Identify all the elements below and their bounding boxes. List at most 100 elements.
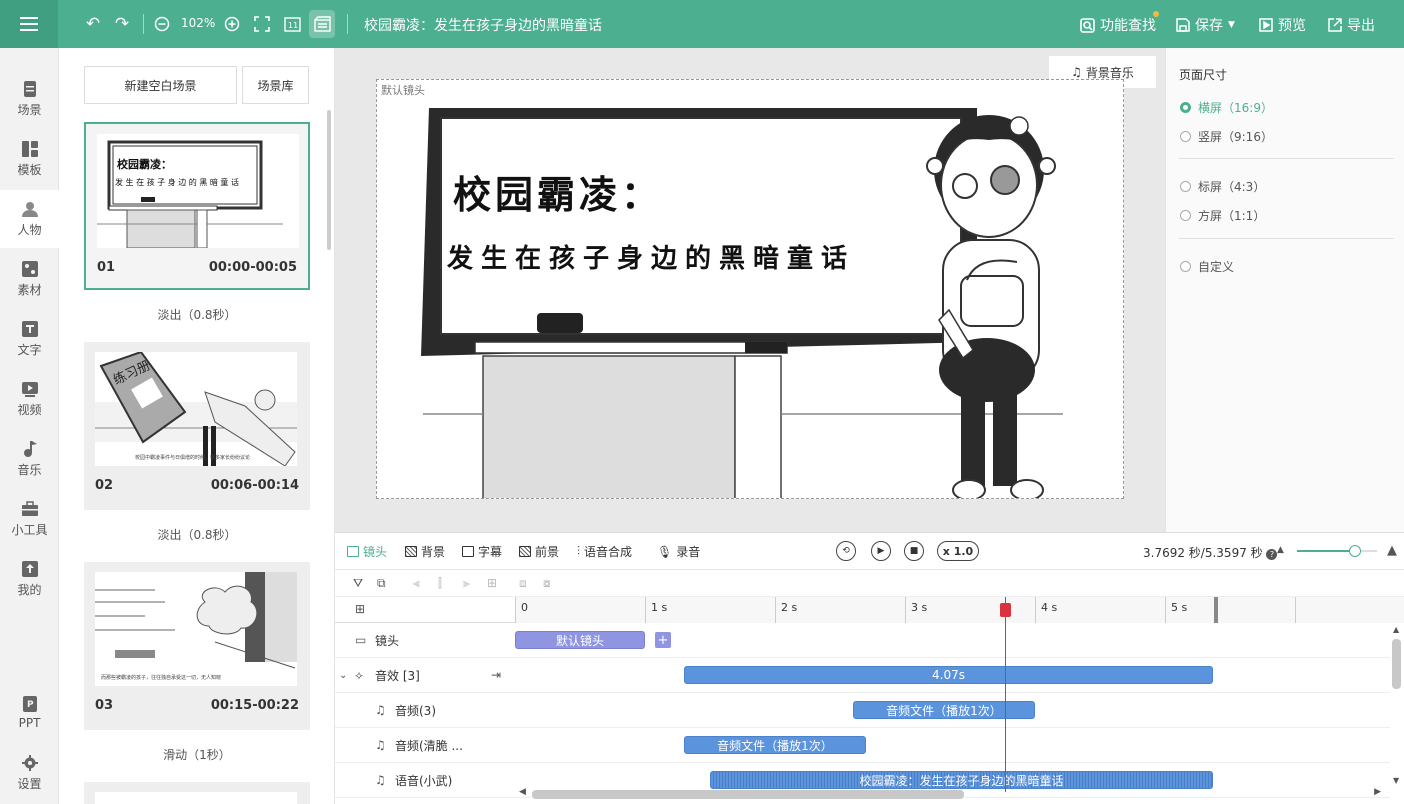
ruler-tick	[775, 597, 776, 623]
tab-foreground[interactable]: 前景	[519, 543, 559, 560]
svg-text:11: 11	[288, 21, 298, 30]
music-note-icon	[23, 440, 37, 457]
layout-icon[interactable]: ⊞	[355, 602, 365, 616]
undo-icon[interactable]: ↶	[82, 12, 104, 36]
nav-materials[interactable]: 素材	[0, 250, 59, 308]
timeline-horizontal-scrollbar[interactable]: ◀ ▶	[515, 787, 1385, 801]
play-button[interactable]: ▶	[871, 541, 891, 561]
nav-text[interactable]: 文字	[0, 310, 59, 368]
scene-card-02[interactable]: 练习册 校园中霸凌事件与日俱增的时候，很多家长纷纷议论 02 00:06-00:…	[84, 342, 310, 510]
actual-size-icon[interactable]: 11	[281, 12, 303, 36]
timeline-vertical-scrollbar[interactable]: ▲ ▼	[1390, 623, 1404, 787]
scene-card-03[interactable]: 而那些被霸凌的孩子，往往独自承受这一切，无人知晓 03 00:15-00:22	[84, 562, 310, 730]
zoom-slider-knob[interactable]	[1348, 545, 1361, 557]
track-lane[interactable]: 音频文件（播放1次）	[515, 728, 1390, 763]
person-icon	[21, 201, 38, 217]
zoom-in-mountain-icon[interactable]: ▲	[1387, 543, 1397, 558]
upload-icon	[21, 560, 38, 577]
scene-library-button[interactable]: 场景库	[242, 66, 309, 104]
foreground-icon	[519, 546, 531, 557]
feature-search-button[interactable]: 功能查找	[1080, 15, 1156, 35]
stop-button[interactable]: ■	[904, 541, 924, 561]
help-icon[interactable]: ?	[1266, 549, 1278, 560]
tab-camera[interactable]: 镜头	[347, 543, 387, 560]
zoom-in-icon[interactable]	[221, 12, 243, 36]
track-label[interactable]: ♫ 音频(3)	[335, 693, 515, 728]
option-square[interactable]: 方屏（1:1）	[1180, 207, 1265, 224]
option-standard[interactable]: 标屏（4:3）	[1180, 178, 1265, 195]
ruler-tick-label: 0	[521, 601, 528, 614]
scroll-up-icon[interactable]: ▲	[1393, 625, 1399, 634]
redo-icon[interactable]: ↷	[111, 12, 133, 36]
scene-transition[interactable]: 淡出（0.8秒）	[84, 306, 310, 323]
option-custom[interactable]: 自定义	[1180, 258, 1234, 275]
scene-panel-scrollbar[interactable]	[327, 110, 331, 250]
stagger-icon: ⧇	[543, 576, 551, 590]
music-note-icon: ♫	[375, 773, 386, 787]
timeline-clip[interactable]: 音频文件（播放1次）	[684, 736, 866, 754]
timeline-end-marker	[1214, 597, 1218, 623]
track-label[interactable]: ♫ 语音(小武)	[335, 763, 515, 798]
filter-icon[interactable]: ⛛	[353, 576, 363, 591]
playback-speed-button[interactable]: x 1.0	[937, 541, 979, 561]
toolbox-icon	[21, 500, 38, 516]
playhead[interactable]	[1004, 597, 1006, 792]
nav-settings[interactable]: 设置	[0, 744, 59, 802]
timeline-zoom-slider[interactable]	[1297, 545, 1377, 557]
zoom-out-mountain-icon[interactable]: ▲	[1277, 545, 1284, 555]
track-label[interactable]: ▭ 镜头	[335, 623, 515, 658]
stack-icon: ⧈	[519, 576, 527, 590]
export-button[interactable]: 导出	[1328, 15, 1375, 35]
track-lane[interactable]: 4.07s	[515, 658, 1390, 693]
zoom-out-icon[interactable]	[151, 12, 173, 36]
timeline-clip[interactable]: 4.07s	[684, 666, 1214, 684]
scroll-down-icon[interactable]: ▼	[1393, 776, 1399, 785]
scroll-left-icon[interactable]: ◀	[519, 787, 526, 797]
board-title: 校园霸凌：	[453, 172, 664, 217]
project-title[interactable]: 校园霸凌：发生在孩子身边的黑暗童话	[364, 15, 602, 35]
tab-subtitles[interactable]: 字幕	[462, 543, 502, 560]
tab-background[interactable]: 背景	[405, 543, 445, 560]
nav-characters[interactable]: 人物	[0, 190, 59, 248]
chevron-down-icon[interactable]: ⌄	[339, 670, 347, 681]
save-button[interactable]: 保存 ▼	[1176, 15, 1235, 35]
stage-canvas[interactable]: 默认镜头 校园霸凌： 发生在孩子身边的黑暗童话	[376, 79, 1124, 499]
track-label[interactable]: ⟡ ⌄ ⇥ 音效 [3]	[335, 658, 515, 693]
nav-scenes[interactable]: 场景	[0, 70, 59, 128]
svg-text:而那些被霸凌的孩子，往往独自承受这一切，无人知晓: 而那些被霸凌的孩子，往往独自承受这一切，无人知晓	[101, 674, 221, 681]
option-portrait[interactable]: 竖屏（9:16）	[1180, 128, 1273, 145]
scene-transition[interactable]: 滑动（1秒）	[84, 746, 310, 763]
track-label[interactable]: ♫ 音频(清脆 ...	[335, 728, 515, 763]
track-lane[interactable]: 音频文件（播放1次）	[515, 693, 1390, 728]
fullscreen-icon[interactable]	[251, 12, 273, 36]
add-camera-button[interactable]: +	[655, 632, 671, 648]
scroll-thumb[interactable]	[1392, 639, 1401, 689]
group-icon[interactable]: ⧉	[377, 576, 386, 591]
new-blank-scene-button[interactable]: 新建空白场景	[84, 66, 237, 104]
nav-video[interactable]: 视频	[0, 370, 59, 428]
scroll-thumb[interactable]	[532, 790, 964, 799]
nav-music[interactable]: 音乐	[0, 430, 59, 488]
nav-ppt[interactable]: P PPT	[0, 684, 59, 742]
replay-button[interactable]: ⟲	[836, 541, 856, 561]
nav-tools[interactable]: 小工具	[0, 490, 59, 548]
option-landscape[interactable]: 横屏（16:9）	[1180, 99, 1273, 116]
menu-button[interactable]	[0, 0, 58, 48]
timeline-clip[interactable]: 默认镜头	[515, 631, 645, 649]
scene-card-01[interactable]: 校园霸凌： 发 生 在 孩 子 身 边 的 黑 暗 童 话 01 00:00-0…	[84, 122, 310, 290]
scene-card-04[interactable]	[84, 782, 310, 804]
nav-mine[interactable]: 我的	[0, 550, 59, 608]
tab-record[interactable]: 🎙 录音	[657, 543, 700, 560]
track-lane[interactable]: 默认镜头 +	[515, 623, 1390, 658]
playhead-handle[interactable]	[999, 603, 1011, 617]
sound-effects-icon: ⟡	[355, 667, 363, 682]
scene-transition[interactable]: 淡出（0.8秒）	[84, 526, 310, 543]
tab-tts[interactable]: ⫶ 语音合成	[577, 543, 632, 560]
export-track-icon[interactable]: ⇥	[491, 668, 501, 682]
timeline-ruler[interactable]: 0 1 s 2 s 3 s 4 s 5 s	[515, 597, 1404, 623]
scroll-right-icon[interactable]: ▶	[1374, 787, 1381, 797]
nav-templates[interactable]: 模板	[0, 130, 59, 188]
timeline-clip[interactable]: 音频文件（播放1次）	[853, 701, 1035, 719]
preview-button[interactable]: 预览	[1259, 15, 1306, 35]
scene-panel: 新建空白场景 场景库 校园霸凌： 发 生 在 孩 子 身 边 的 黑 暗 童 话…	[59, 48, 335, 804]
